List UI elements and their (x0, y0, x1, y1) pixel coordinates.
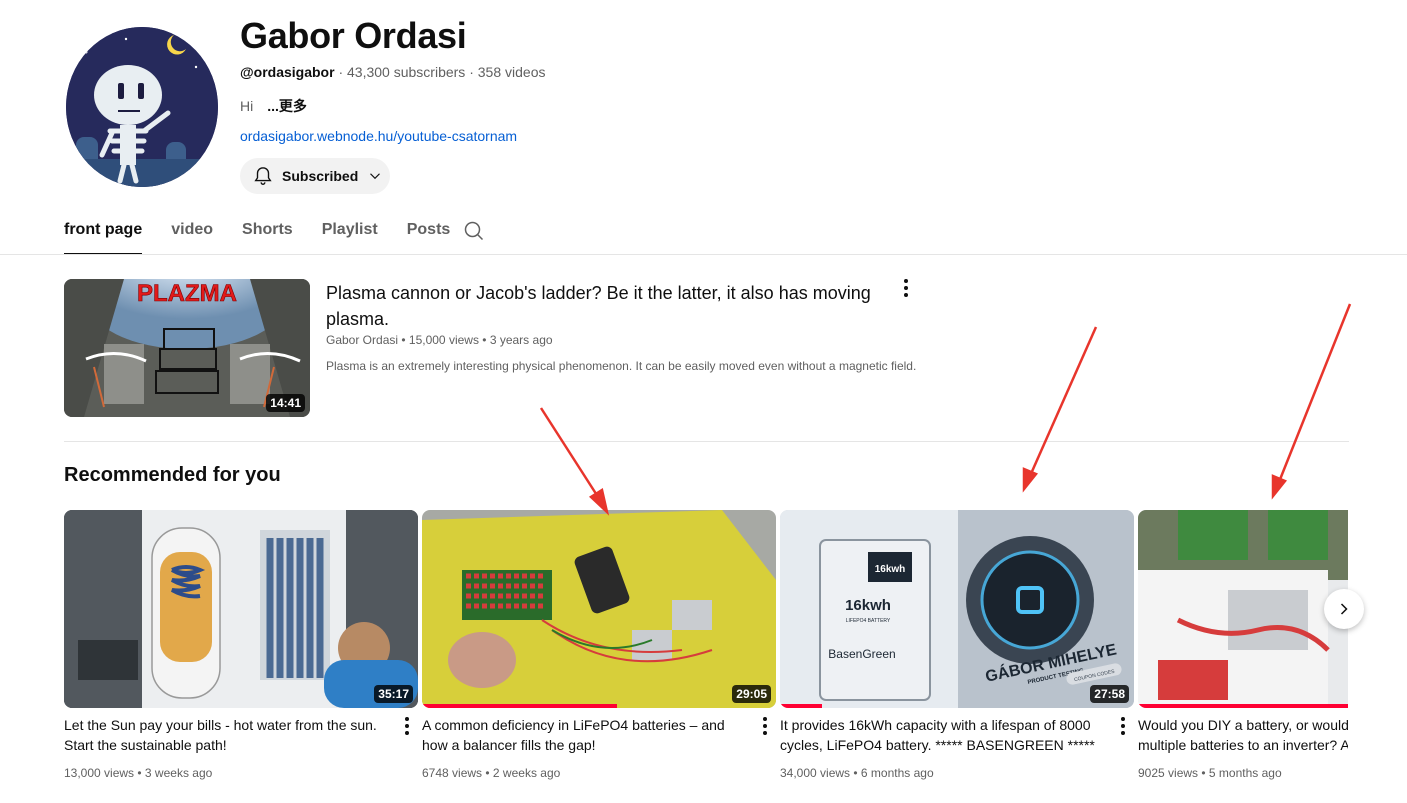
featured-age: 3 years ago (489, 333, 553, 347)
arrow-head-icon (588, 487, 610, 516)
duration-badge: 14:41 (266, 394, 305, 412)
channel-meta: @ordasigabor · 43,300 subscribers · 358 … (240, 64, 546, 80)
video-thumbnail[interactable]: 16kwh 16kwh LIFEPO4 BATTERY BasenGreen G… (780, 510, 1134, 708)
channel-description[interactable]: Hi ...更多 (240, 96, 307, 116)
watch-progress-bar (1138, 704, 1348, 708)
duration-badge: 35:17 (374, 685, 413, 703)
video-title[interactable]: A common deficiency in LiFePO4 batteries… (422, 715, 747, 755)
section-divider (64, 441, 1349, 442)
channel-tabs: front page video Shorts Playlist Posts (64, 205, 479, 255)
next-arrow-button[interactable] (1324, 589, 1364, 629)
thumbnail-caption: PLAZMA (137, 280, 237, 307)
tab-playlist[interactable]: Playlist (322, 205, 378, 255)
tab-posts[interactable]: Posts (407, 205, 451, 255)
featured-title[interactable]: Plasma cannon or Jacob's ladder? Be it t… (326, 280, 896, 332)
video-menu-icon[interactable] (755, 714, 775, 738)
featured-description: Plasma is an extremely interesting physi… (326, 359, 917, 373)
tab-video[interactable]: video (171, 205, 213, 255)
video-thumbnail[interactable]: 35:17 (64, 510, 418, 708)
video-thumbnail[interactable] (1138, 510, 1348, 708)
tab-front-page[interactable]: front page (64, 205, 143, 255)
channel-name: Gabor Ordasi (240, 15, 467, 56)
duration-badge: 27:58 (1090, 685, 1129, 703)
tabs-divider (0, 254, 1407, 255)
subscribed-label: Subscribed (282, 168, 359, 184)
svg-text:16kwh: 16kwh (875, 564, 906, 575)
video-meta: 34,000 views • 6 months ago (780, 766, 934, 780)
video-card: 35:17 Let the Sun pay your bills - hot w… (64, 510, 418, 780)
video-title[interactable]: It provides 16kWh capacity with a lifesp… (780, 715, 1105, 755)
video-meta: 13,000 views • 3 weeks ago (64, 766, 213, 780)
video-menu-icon[interactable] (397, 714, 417, 738)
svg-text:16kwh: 16kwh (845, 597, 891, 614)
subscribed-button[interactable]: Subscribed (240, 158, 390, 194)
video-card: 29:05 A common deficiency in LiFePO4 bat… (422, 510, 776, 780)
featured-meta: Gabor Ordasi • 15,000 views • 3 years ag… (326, 333, 553, 347)
video-thumbnail[interactable]: 29:05 (422, 510, 776, 708)
video-card: Would you DIY a battery, or would you co… (1138, 510, 1348, 780)
video-title[interactable]: Would you DIY a battery, or would you co… (1138, 715, 1348, 755)
arrow-head-icon (1022, 467, 1039, 493)
featured-menu-icon[interactable] (896, 276, 916, 300)
arrow-head-icon (1271, 474, 1288, 500)
more-link[interactable]: ...更多 (267, 98, 307, 114)
search-icon[interactable] (462, 219, 486, 248)
video-meta: 6748 views • 2 weeks ago (422, 766, 561, 780)
video-card: 16kwh 16kwh LIFEPO4 BATTERY BasenGreen G… (780, 510, 1134, 780)
channel-handle: @ordasigabor (240, 64, 335, 80)
video-menu-icon[interactable] (1113, 714, 1133, 738)
watch-progress-bar (422, 704, 617, 708)
subscriber-count: 43,300 subscribers (347, 64, 466, 80)
video-title[interactable]: Let the Sun pay your bills - hot water f… (64, 715, 389, 755)
video-count: 358 videos (477, 64, 546, 80)
bell-icon (254, 167, 272, 185)
svg-text:BasenGreen: BasenGreen (828, 647, 895, 661)
featured-thumbnail[interactable]: PLAZMA 14:41 (64, 279, 310, 417)
skeleton-avatar-icon (66, 27, 218, 187)
featured-views: 15,000 views (408, 333, 479, 347)
channel-avatar[interactable] (66, 27, 218, 187)
chevron-right-icon (1340, 603, 1348, 615)
svg-text:LIFEPO4 BATTERY: LIFEPO4 BATTERY (846, 618, 891, 624)
duration-badge: 29:05 (732, 685, 771, 703)
recommended-heading: Recommended for you (64, 464, 281, 486)
featured-author[interactable]: Gabor Ordasi (326, 333, 398, 347)
watch-progress-bar (780, 704, 823, 708)
channel-external-link[interactable]: ordasigabor.webnode.hu/youtube-csatornam (240, 128, 517, 144)
chevron-down-icon (370, 173, 381, 180)
tab-shorts[interactable]: Shorts (242, 205, 293, 255)
recommended-shelf: 35:17 Let the Sun pay your bills - hot w… (0, 510, 1348, 790)
video-meta: 9025 views • 5 months ago (1138, 766, 1282, 780)
